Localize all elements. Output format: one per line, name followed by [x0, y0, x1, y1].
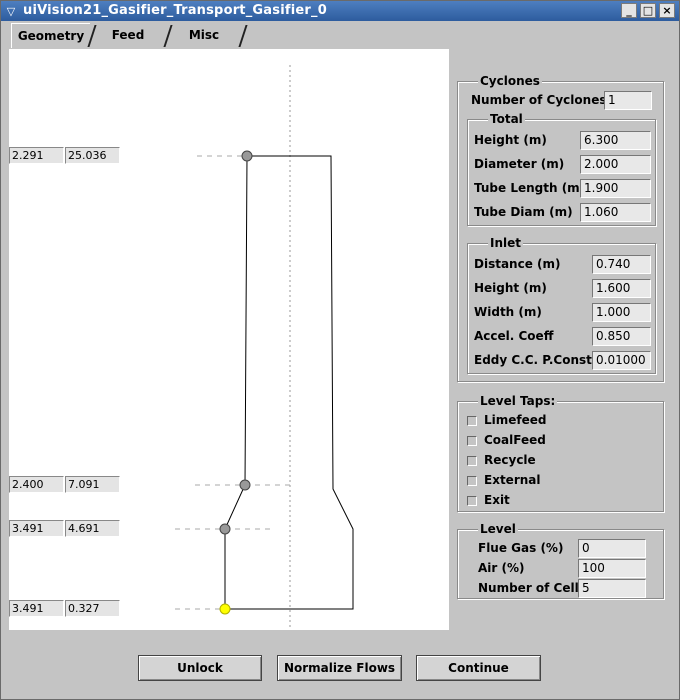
right-profile-line	[225, 155, 354, 610]
window-title: uiVision21_Gasifier_Transport_Gasifier_0	[23, 3, 327, 18]
maximize-button[interactable]: □	[640, 3, 656, 18]
window-menu-icon[interactable]: ▽	[3, 3, 19, 19]
accel-coeff-label: Accel. Coeff	[474, 329, 554, 343]
profile-point-handle[interactable]	[241, 150, 253, 162]
inlet-width-field[interactable]: 1.000	[592, 303, 651, 322]
gasifier-diagram[interactable]	[9, 49, 449, 630]
close-button[interactable]: ×	[659, 3, 675, 18]
total-height-label: Height (m)	[474, 133, 547, 147]
tab-feed[interactable]: Feed	[95, 23, 161, 47]
title-bar[interactable]: ▽ uiVision21_Gasifier_Transport_Gasifier…	[1, 1, 679, 21]
cyclones-group-label: Cyclones	[478, 74, 542, 88]
point-x-field[interactable]: 3.491	[9, 520, 64, 537]
number-of-cyclones-label: Number of Cyclones:	[471, 93, 612, 107]
inlet-height-label: Height (m)	[474, 281, 547, 295]
normalize-flows-button[interactable]: Normalize Flows	[277, 655, 402, 681]
external-checkbox[interactable]	[467, 476, 477, 486]
eddy-constant-field[interactable]: 0.01000	[592, 351, 651, 370]
flue-gas-label: Flue Gas (%)	[478, 541, 564, 555]
level-taps-group: Level Taps: Limefeed CoalFeed Recycle Ex…	[457, 394, 664, 512]
profile-point-handle-selected[interactable]	[219, 603, 231, 615]
tab-geometry[interactable]: Geometry	[11, 23, 90, 48]
profile-point-handle[interactable]	[219, 523, 231, 535]
point-y-field[interactable]: 0.327	[65, 600, 120, 617]
point-x-field[interactable]: 2.291	[9, 147, 64, 164]
total-diameter-label: Diameter (m)	[474, 157, 565, 171]
inlet-group: Inlet Distance (m) 0.740 Height (m) 1.60…	[467, 236, 656, 374]
inlet-height-field[interactable]: 1.600	[592, 279, 651, 298]
inlet-group-label: Inlet	[488, 236, 523, 250]
tube-diam-label: Tube Diam (m)	[474, 205, 573, 219]
total-diameter-field[interactable]: 2.000	[580, 155, 651, 174]
level-group: Level Flue Gas (%) 0 Air (%) 100 Number …	[457, 522, 664, 599]
tube-length-field[interactable]: 1.900	[580, 179, 651, 198]
tube-length-label: Tube Length (m)	[474, 181, 586, 195]
point-y-field[interactable]: 4.691	[65, 520, 120, 537]
geometry-canvas[interactable]: 2.291 25.036 2.400 7.091 3.491 4.691 3.4…	[9, 49, 449, 630]
exit-label: Exit	[484, 493, 510, 507]
coalfeed-label: CoalFeed	[484, 433, 546, 447]
tab-divider	[238, 25, 248, 47]
total-group-label: Total	[488, 112, 525, 126]
app-window: ▽ uiVision21_Gasifier_Transport_Gasifier…	[0, 0, 680, 700]
point-y-field[interactable]: 25.036	[65, 147, 120, 164]
number-of-cells-label: Number of Cells	[478, 581, 586, 595]
number-of-cells-field[interactable]: 5	[578, 579, 646, 598]
limefeed-label: Limefeed	[484, 413, 547, 427]
total-height-field[interactable]: 6.300	[580, 131, 651, 150]
inlet-distance-field[interactable]: 0.740	[592, 255, 651, 274]
air-field[interactable]: 100	[578, 559, 646, 578]
profile-point-handle[interactable]	[239, 479, 251, 491]
tube-diam-field[interactable]: 1.060	[580, 203, 651, 222]
left-profile-line	[224, 155, 248, 609]
minimize-button[interactable]: _	[621, 3, 637, 18]
inlet-width-label: Width (m)	[474, 305, 542, 319]
air-label: Air (%)	[478, 561, 525, 575]
total-group: Total Height (m) 6.300 Diameter (m) 2.00…	[467, 112, 656, 226]
number-of-cyclones-field[interactable]: 1	[604, 91, 652, 110]
external-label: External	[484, 473, 541, 487]
level-taps-label: Level Taps:	[478, 394, 558, 408]
exit-checkbox[interactable]	[467, 496, 477, 506]
limefeed-checkbox[interactable]	[467, 416, 477, 426]
cyclones-group: Cyclones Number of Cyclones: 1 Total Hei…	[457, 74, 664, 382]
inlet-distance-label: Distance (m)	[474, 257, 561, 271]
flue-gas-field[interactable]: 0	[578, 539, 646, 558]
coalfeed-checkbox[interactable]	[467, 436, 477, 446]
accel-coeff-field[interactable]: 0.850	[592, 327, 651, 346]
point-x-field[interactable]: 3.491	[9, 600, 64, 617]
eddy-constant-label: Eddy C.C. P.Const	[474, 353, 592, 367]
recycle-label: Recycle	[484, 453, 536, 467]
continue-button[interactable]: Continue	[416, 655, 541, 681]
point-x-field[interactable]: 2.400	[9, 476, 64, 493]
tab-misc[interactable]: Misc	[171, 23, 237, 47]
unlock-button[interactable]: Unlock	[138, 655, 262, 681]
level-group-label: Level	[478, 522, 518, 536]
point-y-field[interactable]: 7.091	[65, 476, 120, 493]
recycle-checkbox[interactable]	[467, 456, 477, 466]
